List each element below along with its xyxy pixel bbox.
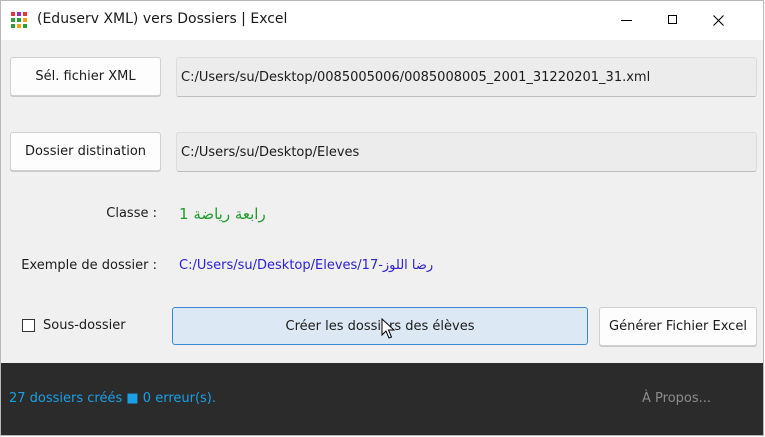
create-folders-button[interactable]: Créer les dossiers des élèves (172, 307, 588, 345)
generate-excel-button[interactable]: Générer Fichier Excel (599, 307, 757, 346)
window-title: (Eduserv XML) vers Dossiers | Excel (37, 11, 288, 27)
destination-folder-button[interactable]: Dossier distination (10, 132, 161, 171)
maximize-icon (668, 15, 677, 24)
mouse-cursor-icon (381, 318, 395, 339)
classe-label: Classe : (106, 206, 157, 221)
status-bar: 27 dossiers créés ■ 0 erreur(s). À Propo… (1, 363, 763, 435)
close-icon (713, 15, 724, 26)
status-message: 27 dossiers créés ■ 0 erreur(s). (9, 391, 217, 406)
example-label: Exemple de dossier : (21, 258, 157, 273)
minimize-button[interactable] (604, 1, 650, 40)
select-xml-button[interactable]: Sél. fichier XML (10, 57, 161, 96)
main-window: (Eduserv XML) vers Dossiers | Excel Sél.… (0, 0, 764, 436)
about-button[interactable]: À Propos... (642, 391, 711, 406)
xml-path-field[interactable]: C:/Users/su/Desktop/0085005006/008500800… (176, 57, 757, 97)
subfolder-label[interactable]: Sous-dossier (43, 318, 126, 333)
classe-value: رابعة رياضة 1 (179, 205, 266, 223)
minimize-icon (621, 20, 632, 21)
close-button[interactable] (696, 1, 742, 40)
subfolder-checkbox[interactable] (22, 319, 35, 332)
destination-path-field[interactable]: C:/Users/su/Desktop/Eleves (176, 132, 757, 172)
app-grid-icon (11, 12, 29, 30)
maximize-button[interactable] (650, 1, 696, 40)
example-folder-value: C:/Users/su/Desktop/Eleves/17-رضا اللوز (179, 258, 434, 273)
title-bar: (Eduserv XML) vers Dossiers | Excel (1, 1, 763, 40)
